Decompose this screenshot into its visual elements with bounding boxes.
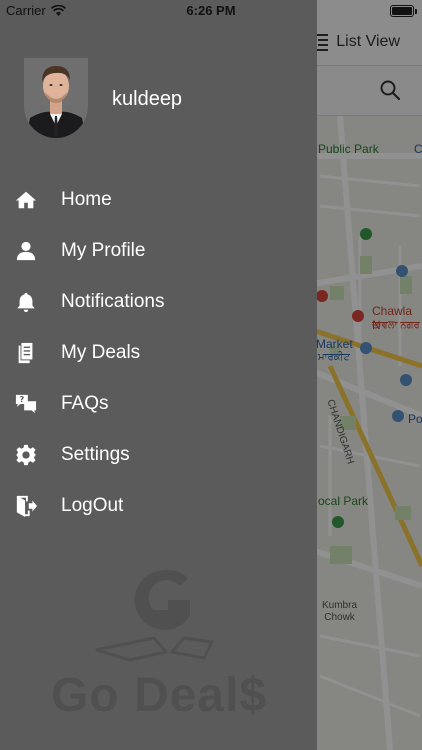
menu-item-notifications[interactable]: Notifications	[0, 276, 317, 327]
menu-item-home[interactable]: Home	[0, 174, 317, 225]
faq-icon: ?	[14, 392, 38, 416]
logout-icon	[14, 494, 38, 518]
menu-item-logout[interactable]: LogOut	[0, 480, 317, 531]
gear-icon	[14, 443, 38, 467]
menu-item-label: My Profile	[61, 239, 146, 261]
avatar[interactable]	[24, 58, 88, 138]
watermark-text: Go Deal$	[50, 669, 268, 722]
svg-text:?: ?	[19, 394, 24, 404]
menu-item-label: FAQs	[61, 392, 109, 414]
drawer-backdrop[interactable]	[317, 0, 422, 750]
menu-item-settings[interactable]: Settings	[0, 429, 317, 480]
menu-item-label: Settings	[61, 443, 130, 465]
menu-item-faqs[interactable]: ? FAQs	[0, 378, 317, 429]
side-drawer: kuldeep Home My Profile Notifications My…	[0, 0, 317, 750]
status-bar: Carrier 6:26 PM	[0, 0, 422, 22]
battery-icon	[390, 5, 417, 17]
username: kuldeep	[112, 88, 183, 110]
user-icon	[14, 239, 38, 263]
menu-item-label: Notifications	[61, 290, 165, 312]
drawer-menu: Home My Profile Notifications My Deals ?…	[0, 174, 317, 531]
menu-item-my-profile[interactable]: My Profile	[0, 225, 317, 276]
menu-item-label: Home	[61, 188, 112, 210]
menu-item-my-deals[interactable]: My Deals	[0, 327, 317, 378]
menu-item-label: My Deals	[61, 341, 141, 363]
home-icon	[14, 188, 38, 212]
go-deals-logo: Go Deal$	[34, 568, 294, 728]
deals-icon	[14, 341, 38, 365]
drawer-header: kuldeep	[24, 58, 304, 138]
bell-icon	[14, 290, 38, 314]
clock: 6:26 PM	[186, 3, 236, 18]
menu-item-label: LogOut	[61, 494, 124, 516]
